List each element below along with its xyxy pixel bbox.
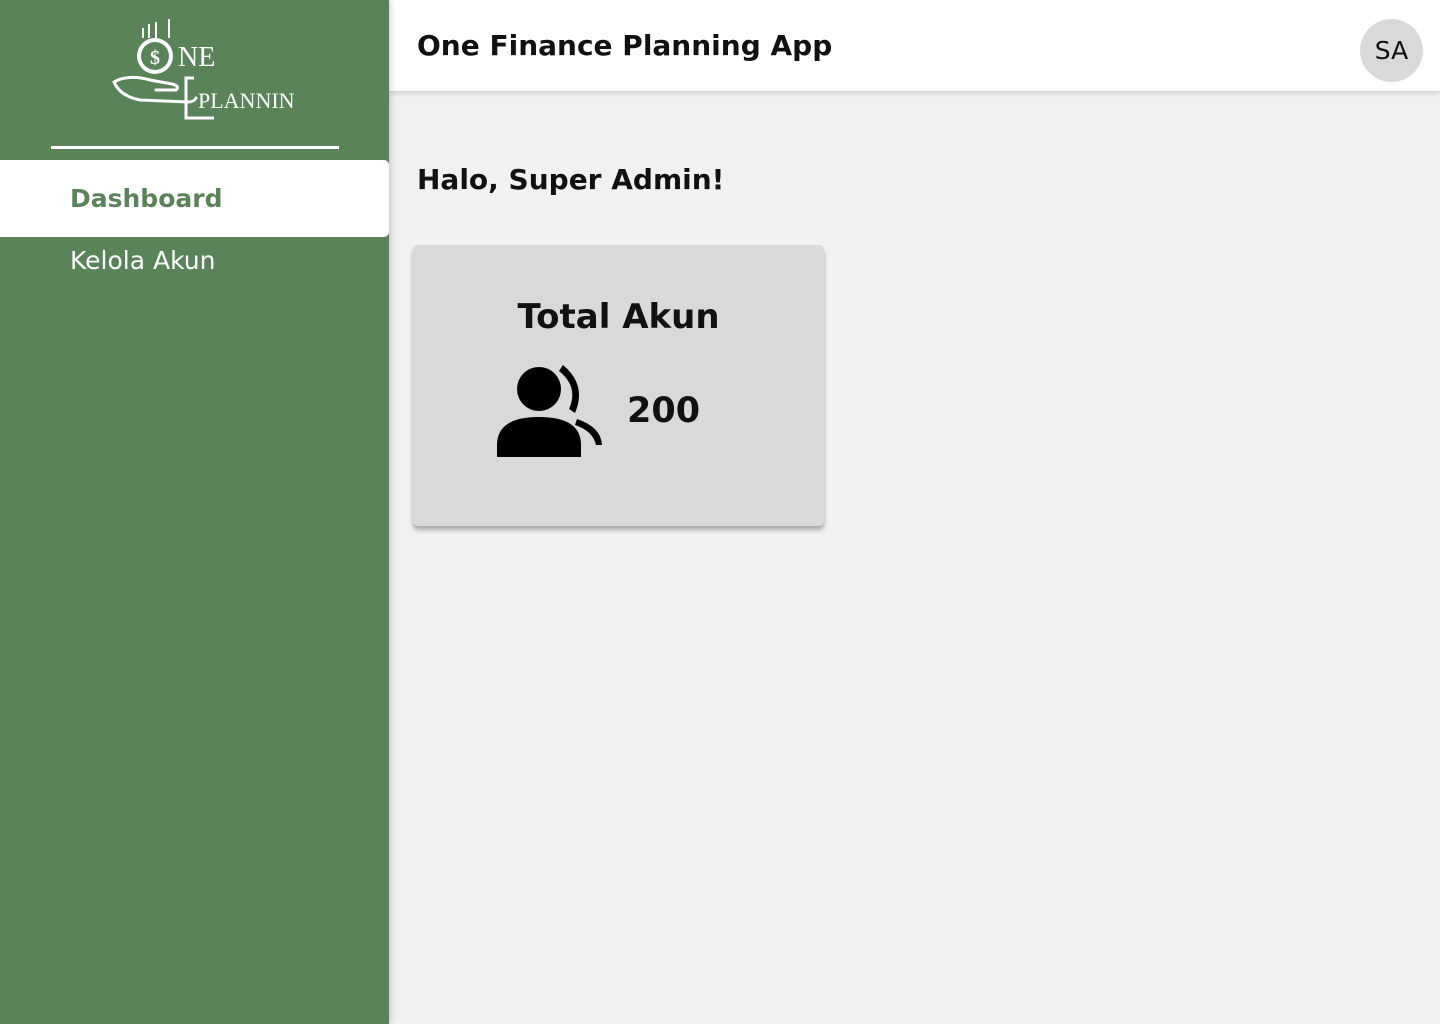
svg-text:PLANNING: PLANNING bbox=[198, 88, 295, 113]
user-avatar[interactable]: SA bbox=[1360, 19, 1423, 82]
app-root: $ NE PLANNING Dashboard Kelola Akun One … bbox=[0, 0, 1440, 1024]
users-icon bbox=[497, 363, 603, 457]
sidebar-item-dashboard[interactable]: Dashboard bbox=[0, 160, 389, 237]
stat-card-value: 200 bbox=[627, 391, 701, 431]
logo-graphic: $ NE PLANNING bbox=[112, 19, 295, 120]
greeting-heading: Halo, Super Admin! bbox=[417, 163, 725, 196]
total-accounts-card: Total Akun 200 bbox=[413, 245, 824, 526]
sidebar-nav: Dashboard Kelola Akun bbox=[0, 160, 389, 285]
sidebar-divider bbox=[51, 146, 339, 149]
sidebar: $ NE PLANNING Dashboard Kelola Akun bbox=[0, 0, 389, 1024]
app-title: One Finance Planning App bbox=[417, 29, 833, 62]
svg-text:$: $ bbox=[150, 47, 160, 69]
svg-text:NE: NE bbox=[178, 42, 215, 73]
sidebar-item-kelola-akun[interactable]: Kelola Akun bbox=[0, 237, 389, 285]
one-planning-logo: $ NE PLANNING bbox=[110, 14, 295, 124]
top-header: One Finance Planning App SA bbox=[389, 0, 1440, 91]
stat-card-title: Total Akun bbox=[517, 297, 720, 337]
